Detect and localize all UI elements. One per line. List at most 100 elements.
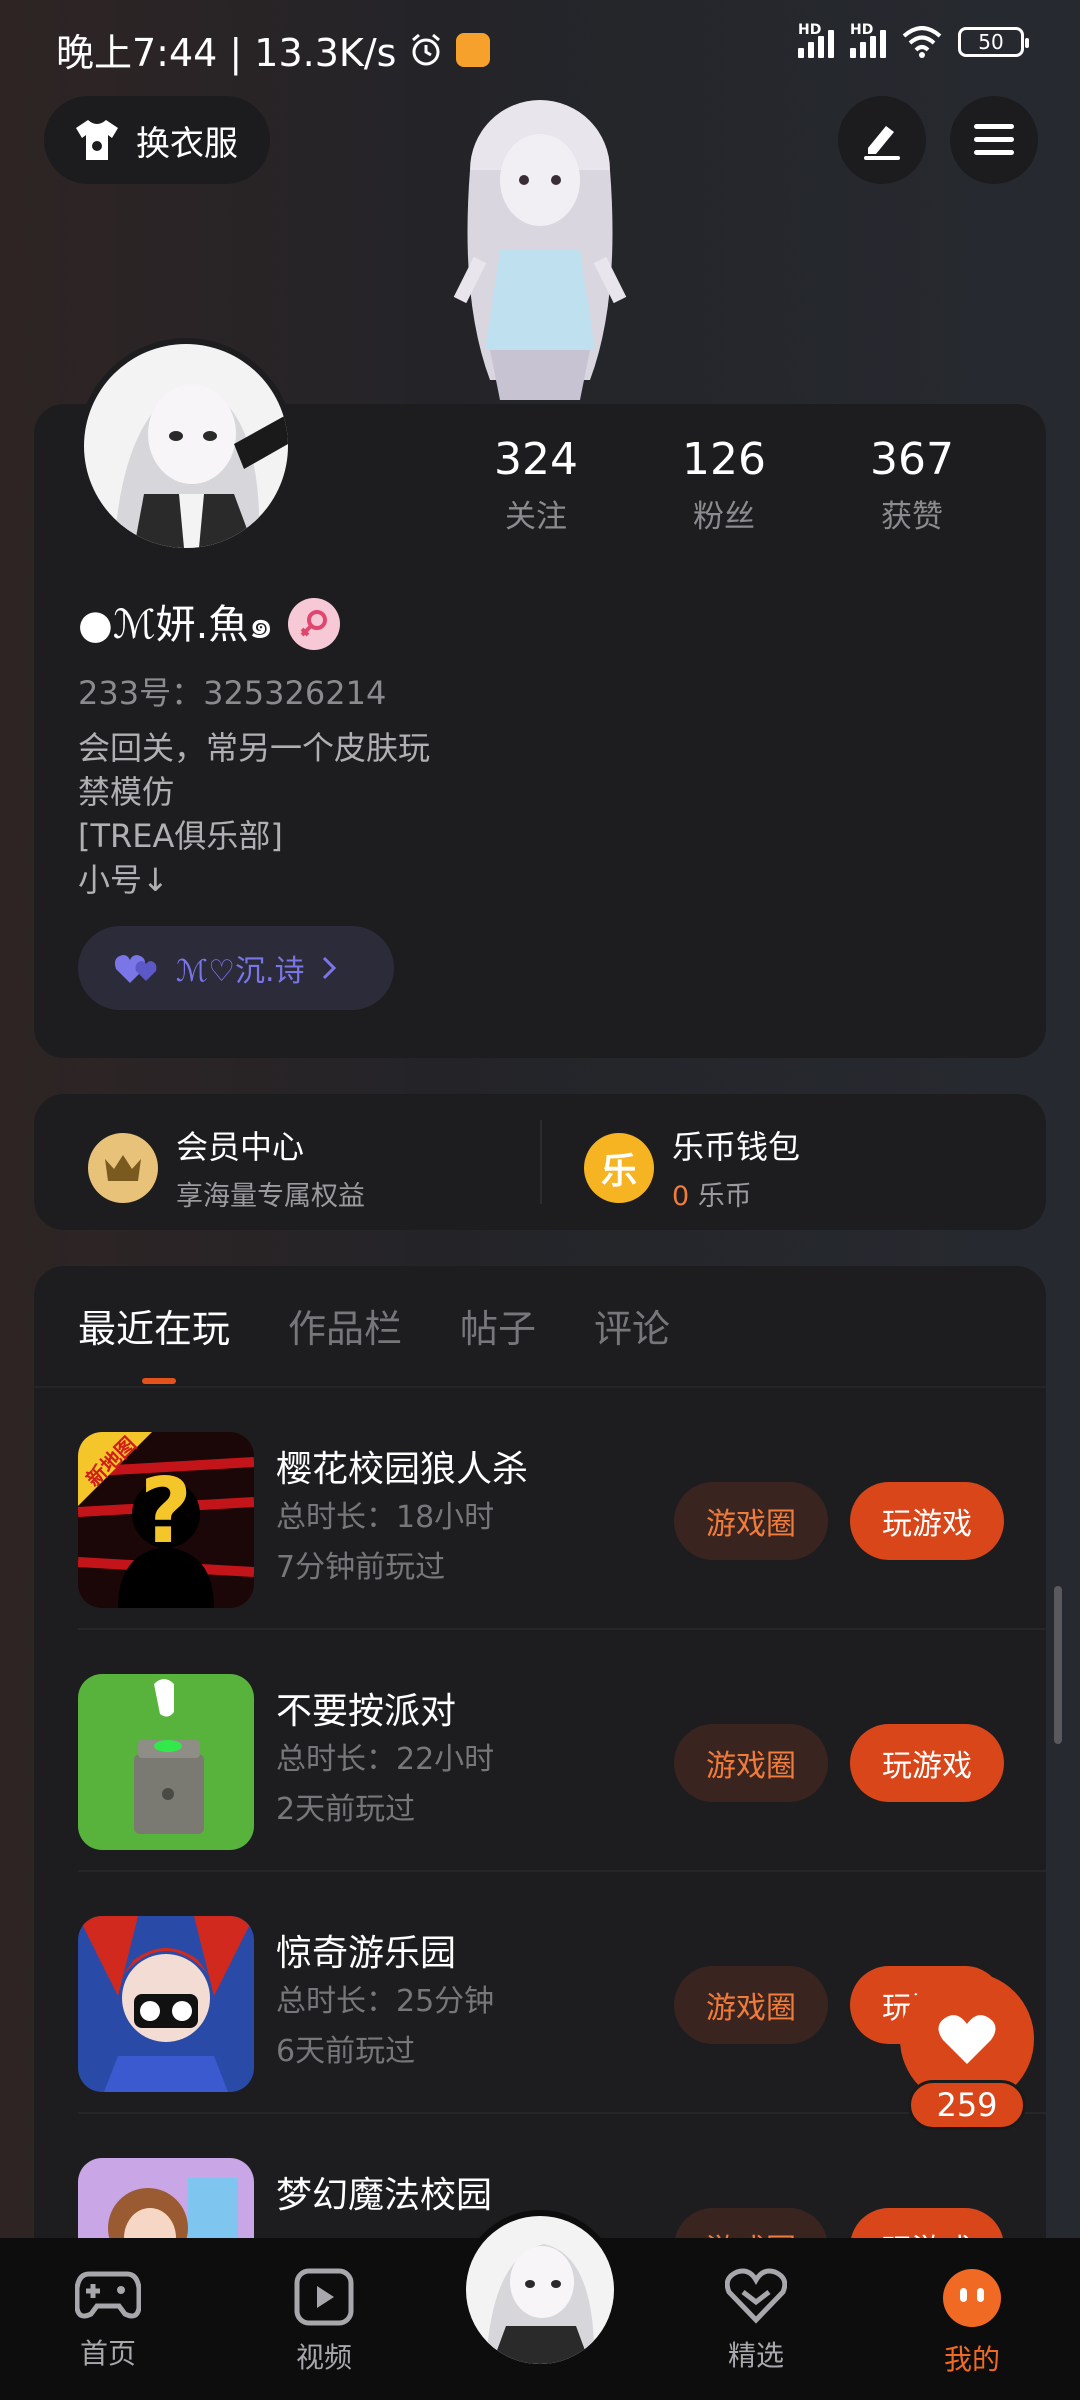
nickname-row: ●ℳ妍.魚๑: [78, 592, 340, 656]
nav-label: 我的: [943, 2343, 1000, 2376]
game-duration: 总时长：22小时: [276, 1742, 495, 1777]
double-heart-icon: [114, 955, 157, 983]
bottom-nav: 首页 视频 精选 我的: [0, 2210, 1080, 2400]
edit-button[interactable]: [838, 96, 926, 184]
play-game-button[interactable]: 玩游戏: [850, 1724, 1004, 1802]
game-circle-button[interactable]: 游戏圈: [674, 1482, 828, 1560]
avatar-image: [466, 2216, 614, 2364]
game-last-played: 6天前玩过: [276, 2034, 416, 2069]
stat-value: 126: [682, 434, 766, 485]
vip-subtitle: 享海量专属权益: [176, 1181, 365, 1212]
game-name: 梦幻魔法校园: [276, 2175, 493, 2216]
heart-diamond-icon: [724, 2268, 788, 2324]
gamepad-icon: [74, 2271, 142, 2319]
heart-icon: [938, 2015, 996, 2064]
profile-card: 324 关注 126 粉丝 367 获赞 ●ℳ妍.魚๑ 233号：3253262…: [34, 338, 1046, 1058]
coin-unit: 乐币: [697, 1181, 752, 1212]
svg-text:?: ?: [140, 1459, 192, 1564]
game-name: 不要按派对: [276, 1691, 457, 1732]
game-thumbnail: ? 新地图: [78, 1432, 254, 1608]
game-circle-button[interactable]: 游戏圈: [674, 1966, 828, 2044]
profile-face-icon: [943, 2269, 1001, 2327]
scrollbar[interactable]: [1054, 1586, 1062, 1744]
stat-value: 324: [494, 434, 578, 485]
stat-value: 367: [870, 434, 954, 485]
tab-comments[interactable]: 评论: [594, 1298, 670, 1353]
game-last-played: 7分钟前玩过: [276, 1550, 446, 1585]
status-time: 晚上7:44 | 13.3K/s: [56, 31, 397, 75]
coin-icon-text: 乐: [600, 1150, 637, 1192]
stat-label: 关注: [505, 499, 567, 535]
coin-title: 乐币钱包: [672, 1128, 801, 1166]
bio-line: 会回关，常另一个皮肤玩: [78, 729, 431, 767]
change-outfit-button[interactable]: 换衣服: [44, 96, 270, 184]
game-thumbnail: [78, 1916, 254, 2092]
game-row[interactable]: 惊奇游乐园 总时长：25分钟 6天前玩过 游戏圈 玩游戏: [34, 1872, 1046, 2114]
relation-chip[interactable]: ℳ♡沉.诗: [78, 926, 394, 1010]
app-notification-icon: [456, 32, 491, 67]
stat-label: 粉丝: [693, 499, 755, 535]
tab-recent-play[interactable]: 最近在玩: [78, 1298, 230, 1353]
avatar-image: [84, 344, 288, 548]
stat-likes[interactable]: 367 获赞: [818, 434, 1006, 536]
coin-amount: 0: [672, 1181, 690, 1212]
menu-icon: [974, 124, 1014, 155]
like-count: 259: [908, 2080, 1026, 2130]
user-id: 233号：325326214: [78, 674, 387, 712]
alarm-icon: [412, 33, 441, 65]
bio-line: 禁模仿: [78, 773, 175, 811]
menu-button[interactable]: [950, 96, 1038, 184]
nav-label: 视频: [295, 2341, 352, 2374]
divider: [540, 1120, 542, 1204]
game-name: 惊奇游乐园: [276, 1933, 457, 1974]
status-bar: 晚上7:44 | 13.3K/s HD HD 50: [0, 0, 1080, 100]
game-row[interactable]: 不要按派对 总时长：22小时 2天前玩过 游戏圈 玩游戏: [34, 1630, 1046, 1872]
tab-bar: 最近在玩 作品栏 帖子 评论: [78, 1298, 670, 1353]
game-name: 樱花校园狼人杀: [276, 1449, 529, 1490]
bio-line: 小号↓: [78, 861, 169, 899]
game-row[interactable]: ? 新地图 樱花校园狼人杀 总时长：18小时 7分钟前玩过 游戏圈 玩游戏: [34, 1388, 1046, 1630]
game-duration: 总时长：18小时: [276, 1500, 495, 1535]
avatar-3d-figure[interactable]: [420, 100, 660, 410]
change-outfit-label: 换衣服: [136, 123, 238, 164]
pen-icon: [864, 126, 900, 160]
game-circle-button[interactable]: 游戏圈: [674, 1724, 828, 1802]
le-coin-icon: 乐: [584, 1132, 654, 1203]
signal-1-icon: HD: [798, 22, 834, 58]
bio-line: [TREA俱乐部]: [78, 817, 283, 855]
stat-following[interactable]: 324 关注: [442, 434, 630, 536]
wallet-card: 会员中心 享海量专属权益 乐 乐币钱包 0 乐币: [34, 1094, 1046, 1230]
nav-video[interactable]: 视频: [264, 2268, 384, 2376]
bio: 会回关，常另一个皮肤玩 禁模仿 [TREA俱乐部] 小号↓: [78, 726, 430, 902]
vip-center[interactable]: 会员中心 享海量专属权益: [88, 1122, 365, 1213]
wifi-icon: [902, 26, 942, 58]
nav-featured[interactable]: 精选: [696, 2268, 816, 2374]
stat-followers[interactable]: 126 粉丝: [630, 434, 818, 536]
nav-home[interactable]: 首页: [48, 2268, 168, 2372]
tshirt-icon: [76, 120, 118, 160]
tab-posts[interactable]: 帖子: [460, 1298, 536, 1353]
nickname: ●ℳ妍.魚๑: [78, 602, 274, 648]
play-game-button[interactable]: 玩游戏: [850, 1482, 1004, 1560]
game-duration: 总时长：25分钟: [276, 1984, 495, 2019]
nav-label: 首页: [79, 2337, 136, 2370]
crown-icon: [88, 1132, 158, 1203]
game-last-played: 2天前玩过: [276, 1792, 416, 1827]
female-gender-icon: [287, 598, 340, 650]
nav-label: 精选: [727, 2339, 784, 2372]
nav-me[interactable]: 我的: [912, 2268, 1032, 2378]
tab-active-indicator: [142, 1378, 176, 1384]
tab-works[interactable]: 作品栏: [288, 1298, 402, 1353]
profile-stats: 324 关注 126 粉丝 367 获赞: [442, 434, 1006, 536]
chevron-right-icon: [322, 956, 336, 980]
battery-indicator: 50: [958, 27, 1029, 57]
game-thumbnail: [78, 1674, 254, 1850]
video-icon: [294, 2268, 354, 2326]
relation-name: ℳ♡沉.诗: [176, 954, 305, 989]
vip-title: 会员中心: [176, 1128, 305, 1166]
coin-wallet[interactable]: 乐 乐币钱包 0 乐币: [584, 1122, 800, 1213]
signal-2-icon: HD: [850, 22, 886, 58]
stat-label: 获赞: [881, 499, 943, 535]
avatar-center-button[interactable]: [460, 2210, 620, 2370]
avatar[interactable]: [78, 338, 294, 554]
